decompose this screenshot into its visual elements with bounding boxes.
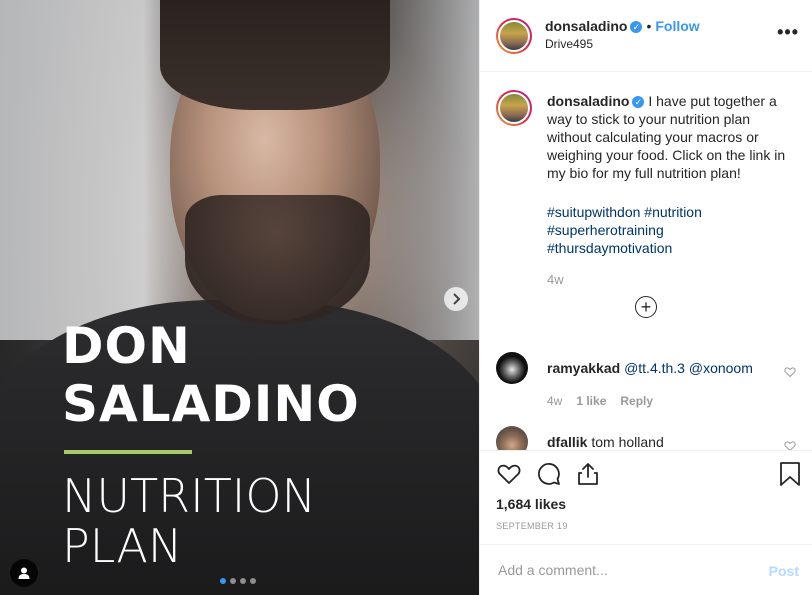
- heart-icon[interactable]: [496, 461, 522, 487]
- carousel-dot: [220, 578, 226, 584]
- load-more-comments-button[interactable]: +: [635, 296, 657, 318]
- header-separator: •: [646, 18, 652, 34]
- author-username[interactable]: donsaladino: [545, 18, 627, 34]
- comment-body: dfallik tom holland: [547, 434, 664, 450]
- image-accent-bar: [64, 450, 192, 454]
- post-image[interactable]: DON SALADINO NUTRITION PLAN: [0, 0, 479, 595]
- verified-badge-icon: ✓: [632, 96, 645, 109]
- like-comment-icon[interactable]: [784, 366, 796, 378]
- post-comment-button[interactable]: Post: [769, 563, 799, 579]
- comment-likes[interactable]: 1 like: [576, 394, 606, 408]
- follow-button[interactable]: Follow: [655, 18, 699, 34]
- carousel-dot: [240, 578, 246, 584]
- post-sidebar: donsaladino ✓ • Follow Drive495 ••• donsala…: [479, 0, 812, 595]
- image-title-line2: SALADINO: [62, 375, 360, 433]
- author-avatar[interactable]: [496, 18, 532, 54]
- like-comment-icon[interactable]: [784, 440, 796, 450]
- reply-button[interactable]: Reply: [620, 394, 653, 408]
- hashtag-link[interactable]: #suitupwithdon #nutrition: [547, 203, 797, 221]
- tagged-users-button[interactable]: [10, 559, 38, 587]
- caption-text: donsaladino ✓ I have put together a way t…: [547, 92, 797, 182]
- bookmark-icon[interactable]: [777, 461, 803, 487]
- hashtag-link[interactable]: #thursdaymotivation: [547, 239, 797, 257]
- verified-badge-icon: ✓: [630, 21, 643, 34]
- carousel-dot: [230, 578, 236, 584]
- comment-text: tom holland: [591, 434, 664, 450]
- user-icon: [18, 567, 30, 579]
- chevron-right-icon: [453, 293, 461, 305]
- author-row: donsaladino ✓ • Follow: [545, 18, 700, 34]
- comment-meta: 4w 1 like Reply: [547, 394, 653, 408]
- post-location[interactable]: Drive495: [545, 37, 593, 51]
- image-hair: [160, 0, 390, 110]
- post-header: donsaladino ✓ • Follow Drive495 •••: [480, 0, 812, 72]
- commenter-avatar[interactable]: [496, 426, 528, 450]
- commenter-username[interactable]: dfallik: [547, 434, 587, 450]
- comment-mentions[interactable]: @tt.4.th.3 @xonoom: [624, 360, 753, 376]
- like-count[interactable]: 1,684 likes: [496, 496, 566, 512]
- carousel-indicator: [220, 578, 256, 584]
- comment-icon[interactable]: [536, 461, 562, 487]
- commenter-avatar[interactable]: [496, 352, 528, 384]
- more-options-button[interactable]: •••: [777, 22, 799, 43]
- image-subtitle-line1: NUTRITION: [62, 469, 316, 523]
- caption-username[interactable]: donsaladino: [547, 93, 629, 109]
- comments-list[interactable]: donsaladino ✓ I have put together a way t…: [480, 72, 812, 450]
- comment-body: ramyakkad @tt.4.th.3 @xonoom: [547, 360, 753, 376]
- image-subtitle-line2: PLAN: [62, 519, 183, 573]
- carousel-dot: [250, 578, 256, 584]
- comment-input[interactable]: [496, 561, 740, 579]
- hashtag-link[interactable]: #superherotraining: [547, 221, 797, 239]
- comment-age: 4w: [547, 394, 563, 408]
- post-actions: 1,684 likes SEPTEMBER 19: [480, 450, 812, 544]
- commenter-username[interactable]: ramyakkad: [547, 360, 620, 376]
- add-comment-bar: Post: [480, 544, 812, 595]
- carousel-next-button[interactable]: [444, 287, 468, 311]
- post-view: DON SALADINO NUTRITION PLAN donsaladino ✓…: [0, 0, 812, 595]
- image-beard: [185, 195, 370, 325]
- share-icon[interactable]: [575, 461, 601, 487]
- post-date[interactable]: SEPTEMBER 19: [496, 521, 568, 531]
- caption-age[interactable]: 4w: [547, 272, 564, 287]
- caption-hashtags: #suitupwithdon #nutrition #superherotrai…: [547, 203, 797, 257]
- image-title-line1: DON: [62, 317, 191, 375]
- caption-avatar[interactable]: [496, 90, 532, 126]
